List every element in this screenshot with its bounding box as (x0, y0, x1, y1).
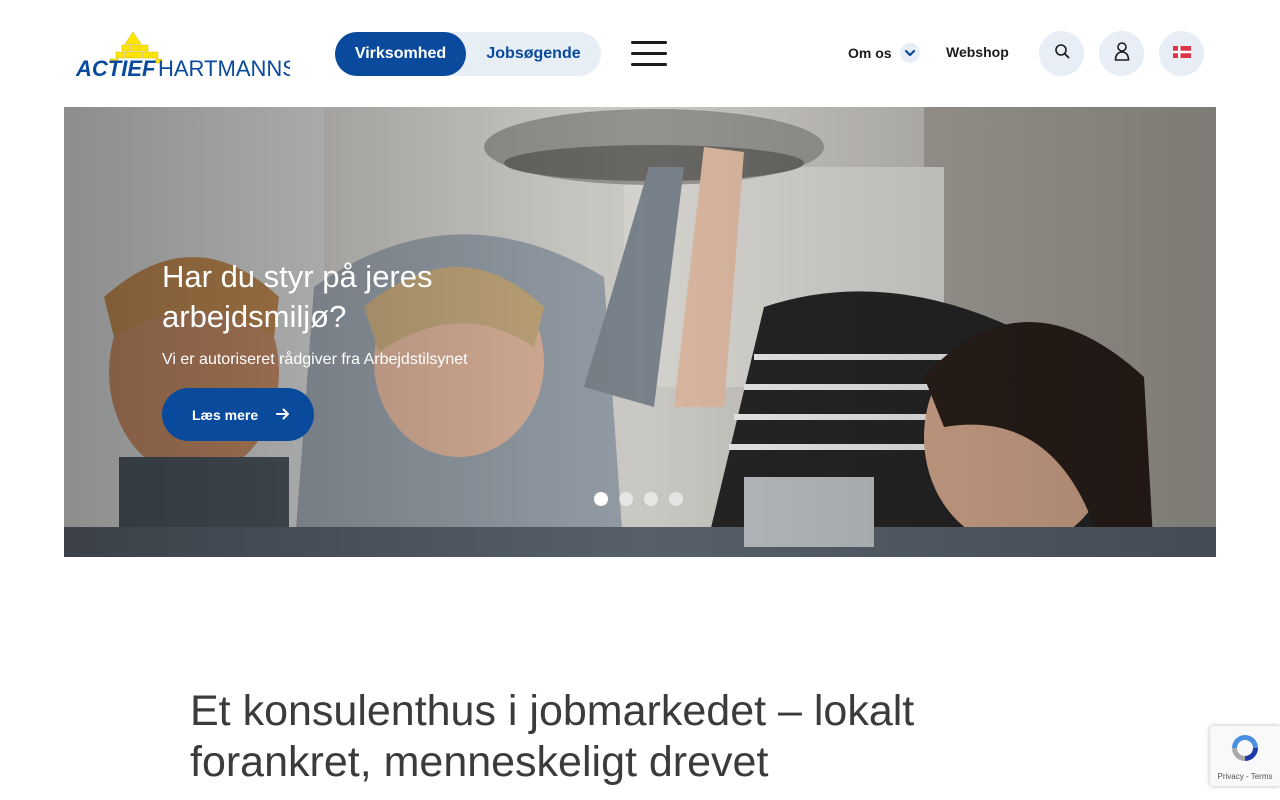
chevron-down-icon (899, 43, 920, 63)
user-account-button[interactable] (1099, 31, 1144, 76)
jobsogende-tab[interactable]: Jobsøgende (466, 32, 601, 76)
hero-text: Har du styr på jeres arbejdsmiljø? Vi er… (162, 257, 582, 369)
intro-heading: Et konsulenthus i jobmarkedet – lokalt f… (190, 687, 915, 786)
cta-label: Læs mere (192, 406, 259, 423)
recaptcha-icon (1229, 732, 1261, 769)
language-button[interactable] (1159, 31, 1204, 76)
user-icon (1113, 41, 1131, 66)
search-button[interactable] (1039, 31, 1084, 76)
hero-subtitle: Vi er autoriseret rådgiver fra Arbejdsti… (162, 351, 468, 368)
site-header: ACTIEF HARTMANNS Virksomhed Jobsøgende O… (0, 0, 1280, 107)
svg-text:ACTIEF: ACTIEF (76, 56, 156, 78)
om-os-label: Om os (848, 45, 892, 61)
danish-flag-icon (1172, 45, 1191, 63)
laes-mere-button[interactable]: Læs mere (162, 388, 314, 441)
hamburger-menu-icon[interactable] (631, 40, 667, 68)
hero-title: Har du styr på jeres arbejdsmiljø? (162, 259, 433, 334)
svg-text:HARTMANNS: HARTMANNS (158, 56, 290, 78)
om-os-dropdown[interactable]: Om os (848, 40, 920, 66)
slide-dot-3[interactable] (644, 492, 658, 506)
slide-dot-4[interactable] (669, 492, 683, 506)
recaptcha-badge[interactable]: Privacy - Terms (1210, 726, 1280, 786)
slide-dot-1[interactable] (594, 492, 608, 506)
actief-hartmanns-logo[interactable]: ACTIEF HARTMANNS (76, 30, 290, 78)
recaptcha-links[interactable]: Privacy - Terms (1218, 772, 1273, 781)
virksomhed-tab[interactable]: Virksomhed (335, 32, 466, 76)
webshop-link[interactable]: Webshop (946, 44, 1009, 60)
search-icon (1054, 43, 1070, 64)
slide-dot-2[interactable] (619, 492, 633, 506)
slider-pagination (594, 492, 683, 506)
hero-slider: Har du styr på jeres arbejdsmiljø? Vi er… (64, 107, 1216, 557)
arrow-right-icon (276, 407, 290, 423)
audience-toggle: Virksomhed Jobsøgende (335, 32, 601, 76)
